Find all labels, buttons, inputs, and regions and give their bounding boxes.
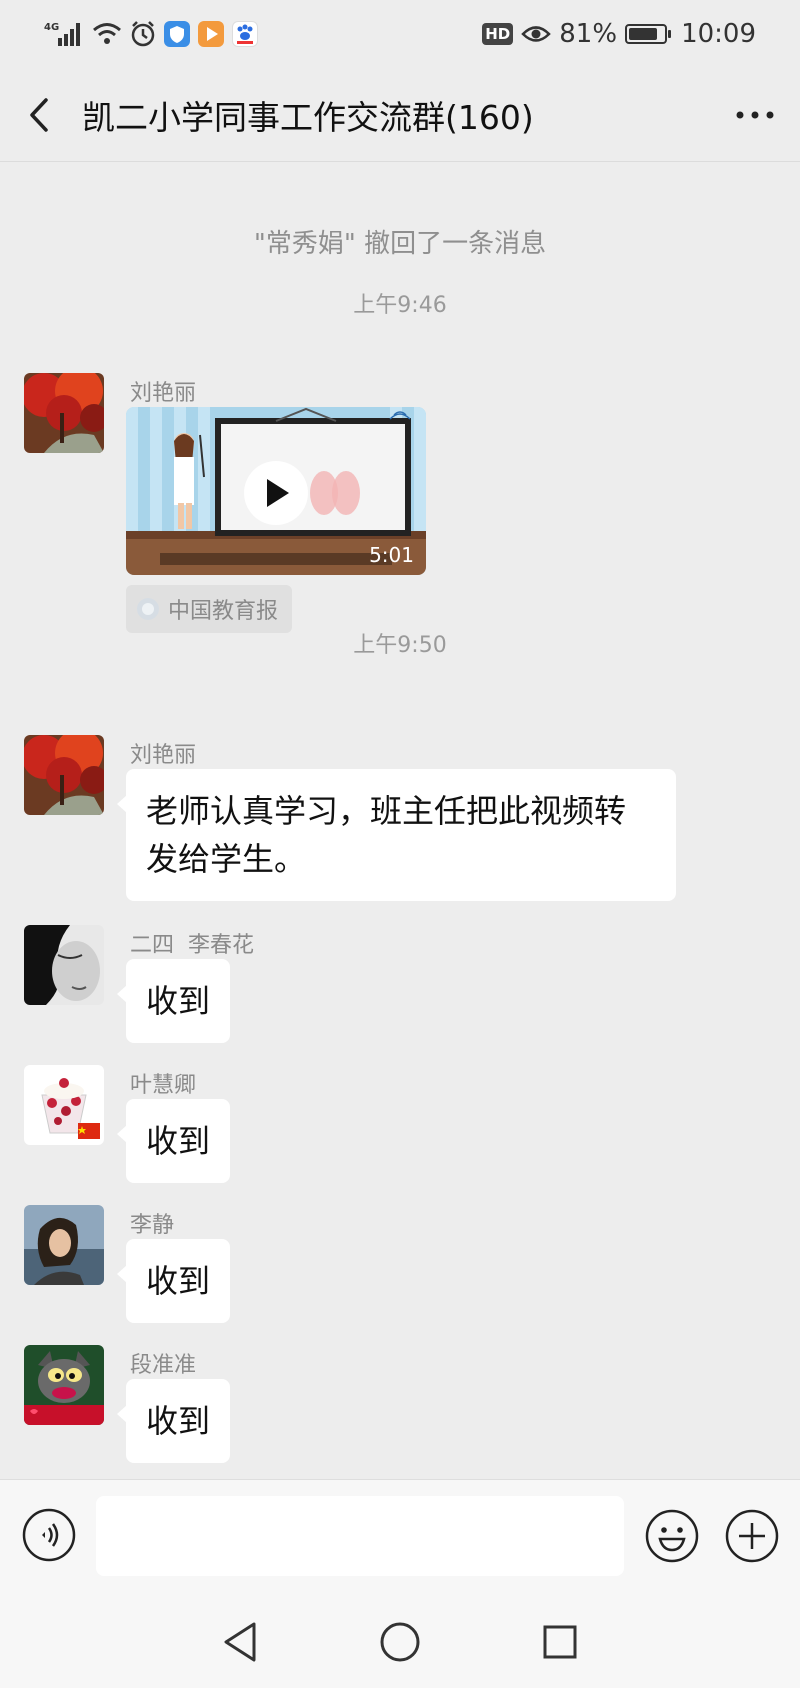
plus-icon <box>725 1509 779 1563</box>
avatar-cartoon-image <box>24 1345 104 1425</box>
sender-name: 刘艳丽 <box>130 743 197 768</box>
battery-icon <box>625 24 672 44</box>
video-source-tag[interactable]: 中国教育报 <box>126 585 293 633</box>
video-duration: 5:01 <box>369 543 414 567</box>
status-left: 4G <box>44 20 258 48</box>
nav-recents-button[interactable] <box>530 1612 590 1672</box>
home-circle-icon <box>380 1622 420 1661</box>
avatar[interactable] <box>24 925 104 1005</box>
timestamp: 上午9:46 <box>353 293 447 318</box>
sender-name: 刘艳丽 <box>130 381 197 406</box>
signal-icon: 4G <box>44 20 84 48</box>
source-name: 中国教育报 <box>168 599 279 624</box>
status-bar: 4G HD 81% 10:09 <box>0 0 800 68</box>
chat-area[interactable]: "常秀娟" 撤回了一条消息 上午9:46 刘艳丽 5:01 中国教育报 上午9:… <box>0 163 800 1479</box>
input-bar <box>0 1479 800 1595</box>
chevron-left-icon <box>30 97 48 132</box>
source-logo-icon <box>137 598 159 620</box>
message-bubble[interactable]: 老师认真学习，班主任把此视频转发给学生。 <box>117 769 676 901</box>
nav-home-button[interactable] <box>370 1612 430 1672</box>
battery-fill <box>629 28 658 40</box>
recents-square-icon <box>543 1625 577 1658</box>
video-app-icon <box>198 21 224 47</box>
message-input[interactable] <box>96 1496 624 1576</box>
chat-title: 凯二小学同事工作交流群(160) <box>82 97 534 137</box>
sender-name: 段准准 <box>130 1353 197 1378</box>
emoji-icon <box>645 1509 699 1563</box>
wifi-icon <box>92 21 122 47</box>
message-bubble[interactable]: 收到 <box>117 1379 230 1463</box>
avatar-portrait-image <box>24 1205 104 1285</box>
more-dots-icon <box>736 111 774 118</box>
avatar[interactable] <box>24 735 104 815</box>
network-type-label: 4G <box>44 22 59 33</box>
play-icon <box>267 479 289 507</box>
system-nav-bar <box>0 1595 800 1688</box>
shield-app-icon <box>164 21 190 47</box>
timestamp: 上午9:50 <box>353 633 447 658</box>
message-bubble[interactable]: 收到 <box>117 959 230 1043</box>
chat-header: 凯二小学同事工作交流群(160) <box>0 68 800 162</box>
status-right: HD 81% 10:09 <box>482 19 756 49</box>
avatar[interactable] <box>24 1065 104 1145</box>
avatar[interactable] <box>24 1205 104 1285</box>
sender-name: 二四 李春花 <box>130 933 254 958</box>
hd-icon: HD <box>482 23 514 45</box>
battery-percent: 81% <box>559 19 618 49</box>
message-bubble[interactable]: 收到 <box>117 1239 230 1323</box>
back-button[interactable] <box>0 68 80 162</box>
video-card[interactable]: 5:01 <box>126 407 426 575</box>
alarm-icon <box>130 21 156 47</box>
eye-icon <box>521 23 552 45</box>
avatar-autumn-tree-image <box>24 373 104 453</box>
voice-button[interactable] <box>22 1508 76 1562</box>
emoji-button[interactable] <box>644 1508 700 1564</box>
sender-name: 叶慧卿 <box>130 1073 197 1098</box>
back-triangle-icon <box>224 1622 256 1661</box>
voice-icon <box>22 1508 76 1562</box>
play-button[interactable] <box>244 461 308 525</box>
sender-name: 李静 <box>130 1213 175 1238</box>
avatar[interactable] <box>24 373 104 453</box>
nav-back-button[interactable] <box>210 1612 270 1672</box>
baidu-app-icon <box>232 21 258 47</box>
avatar-dessert-image <box>24 1065 104 1145</box>
avatar-bw-portrait-image <box>24 925 104 1005</box>
more-functions-button[interactable] <box>724 1508 780 1564</box>
avatar[interactable] <box>24 1345 104 1425</box>
recall-notice: "常秀娟" 撤回了一条消息 <box>253 229 547 259</box>
avatar-autumn-tree-image <box>24 735 104 815</box>
clock: 10:09 <box>681 19 756 49</box>
message-bubble[interactable]: 收到 <box>117 1099 230 1183</box>
more-button[interactable] <box>710 68 800 162</box>
